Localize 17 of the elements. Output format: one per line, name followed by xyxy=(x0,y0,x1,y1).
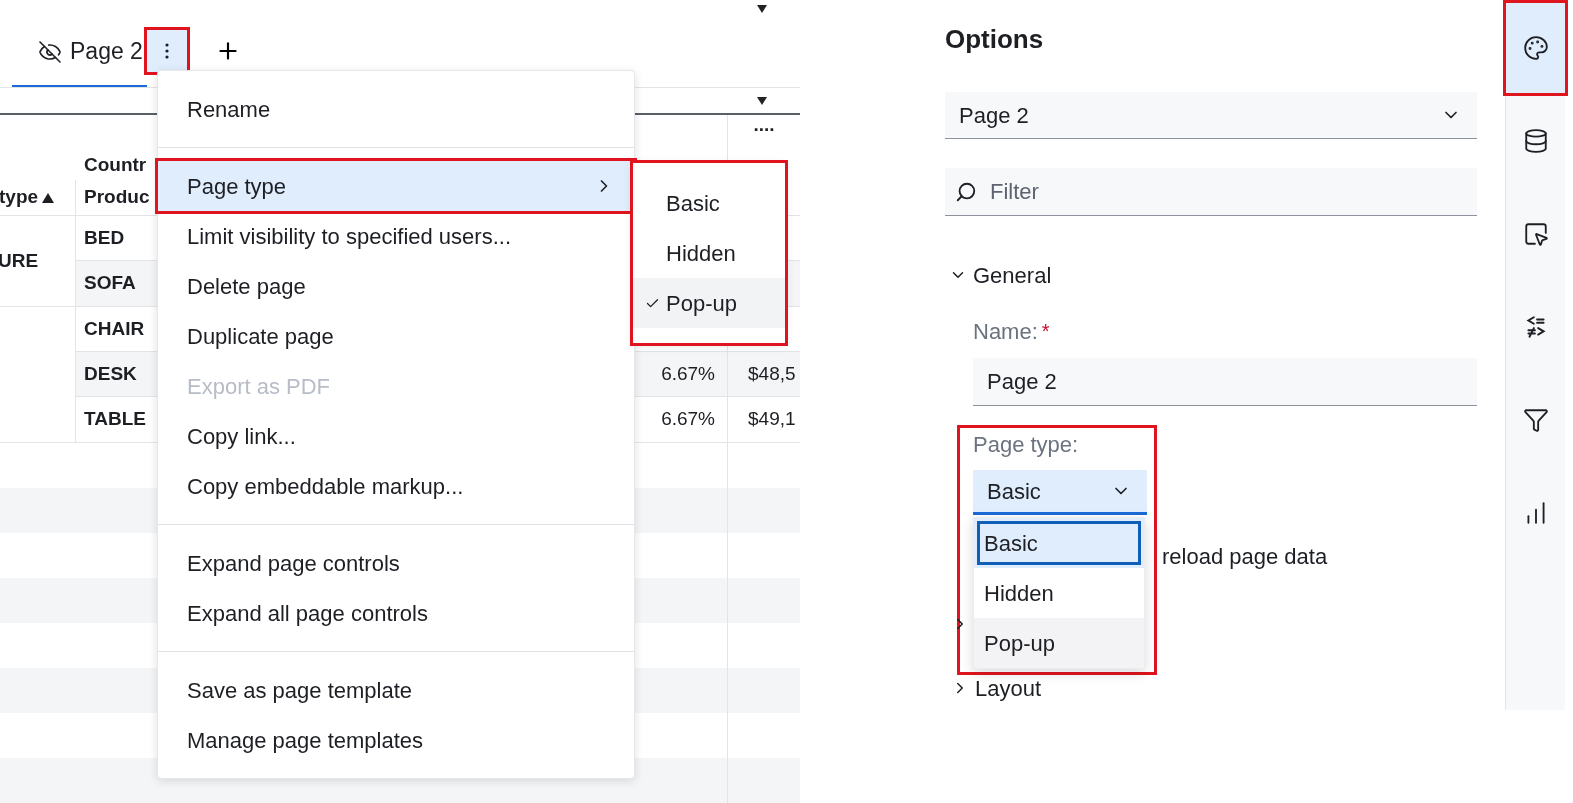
product-cell-text: BED xyxy=(84,225,125,250)
product-cell-text: TABLE xyxy=(84,407,146,432)
product-cell-text: DESK xyxy=(84,361,137,386)
product-cell-text: SOFA xyxy=(84,271,136,296)
setting-text: reload page data xyxy=(1162,543,1328,571)
table-cell-text: 6.67% xyxy=(661,407,715,432)
table-cell-text: $48,5 xyxy=(748,361,796,386)
product-cell-text: CHAIR xyxy=(84,316,145,341)
required-mark: * xyxy=(1041,319,1050,344)
column-header: Countr xyxy=(84,152,147,177)
group-cell-text: URE xyxy=(0,248,39,273)
table-cell-text: 6.67% xyxy=(661,361,715,386)
table-cell-text: $49,1 xyxy=(748,407,796,432)
field-label: Name: xyxy=(973,317,1038,346)
field-label: Page type: xyxy=(973,431,1080,459)
panel-title: Options xyxy=(945,23,1045,56)
column-header: Produc xyxy=(84,185,150,210)
